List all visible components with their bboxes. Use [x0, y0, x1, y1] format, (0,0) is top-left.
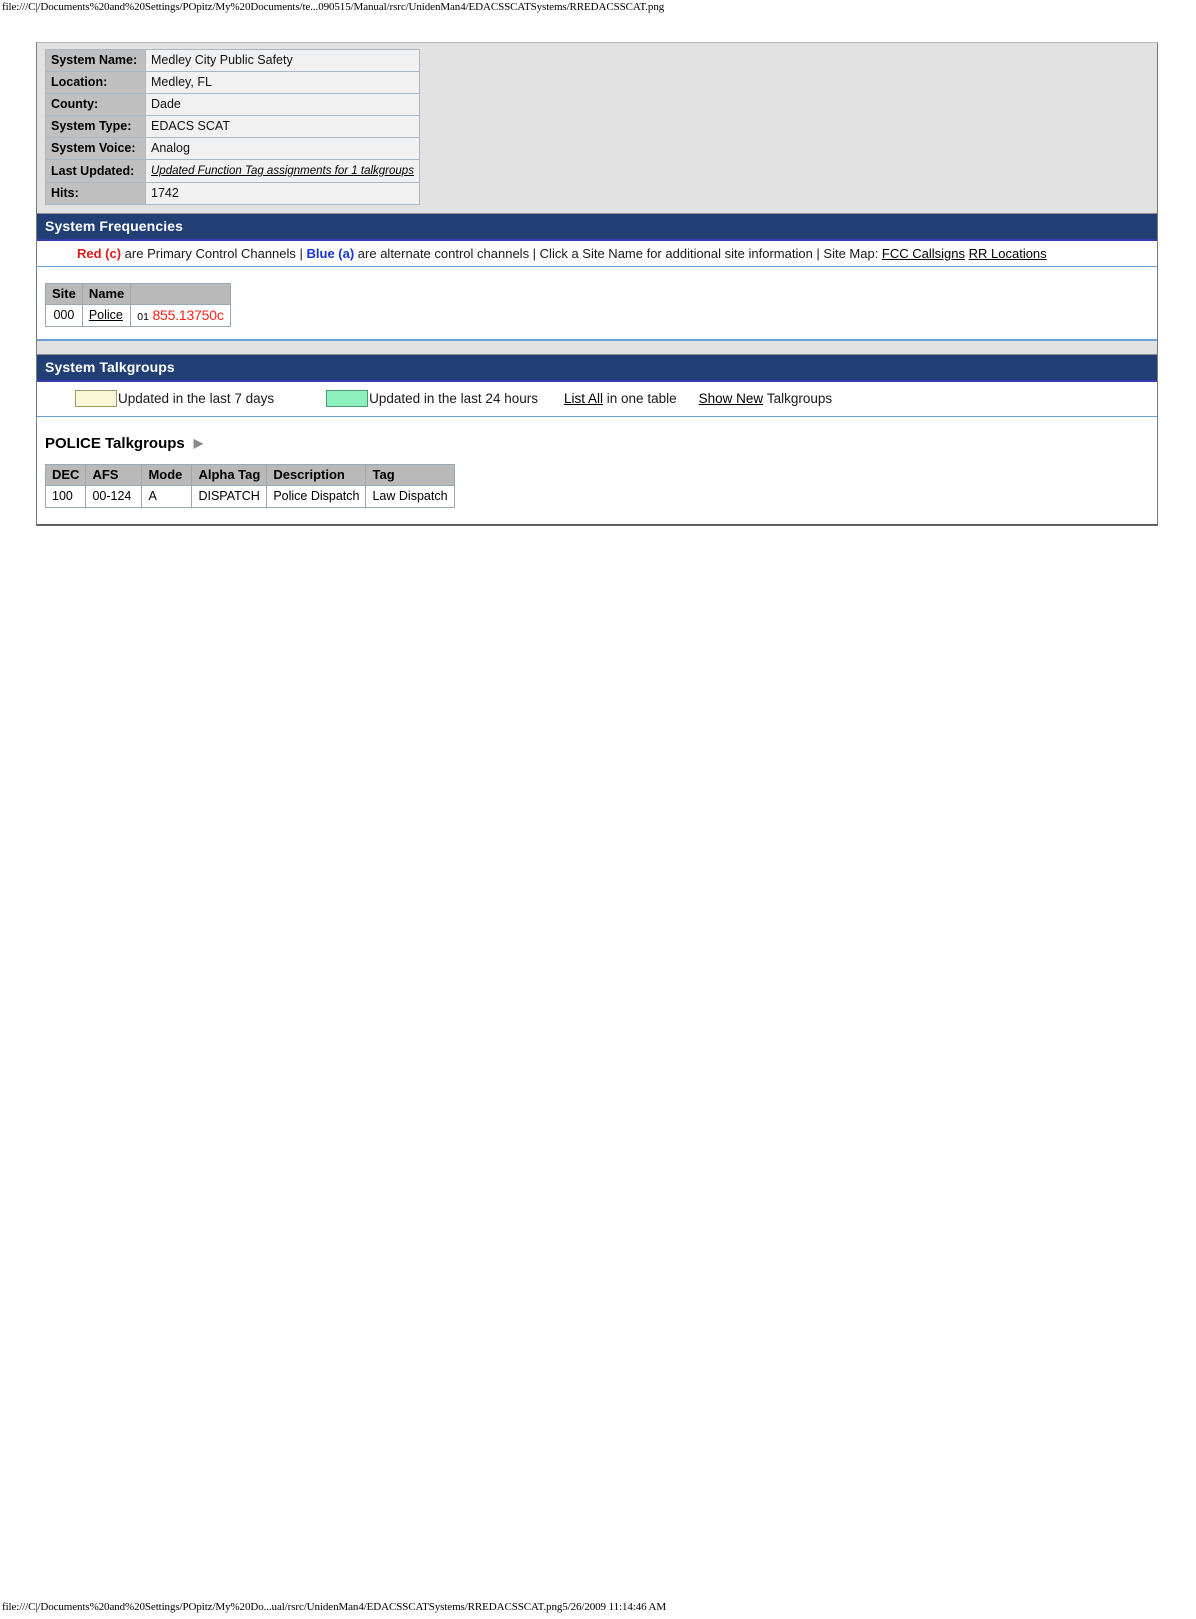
table-row: System Voice: Analog: [45, 137, 420, 160]
red-control-label: Red (c): [77, 246, 122, 261]
hits-label: Hits:: [45, 182, 146, 205]
police-talkgroups-title: POLICE Talkgroups ▶: [45, 435, 1157, 452]
blue-control-text: are alternate control channels | Click a…: [354, 246, 882, 261]
col-header-mode: Mode: [141, 464, 193, 486]
frequencies-legend: Red (c) are Primary Control Channels | B…: [37, 241, 1157, 267]
last-updated-link[interactable]: Updated Function Tag assignments for 1 t…: [151, 165, 414, 177]
legend-swatch-7days: [75, 390, 117, 407]
last-updated-value-cell: Updated Function Tag assignments for 1 t…: [145, 159, 420, 183]
talkgroups-legend: Updated in the last 7 days Updated in the…: [37, 382, 1157, 417]
cell-afs: 00-124: [85, 485, 143, 508]
sites-panel: Site Name 000 Police 01 855.13750c: [37, 267, 1157, 340]
col-header-site: Site: [45, 283, 83, 305]
channel-number: 01: [137, 311, 149, 323]
red-control-text: are Primary Control Channels |: [121, 246, 307, 261]
rr-locations-link[interactable]: RR Locations: [969, 246, 1047, 261]
last-updated-label: Last Updated:: [45, 159, 146, 183]
table-row: Hits: 1742: [45, 182, 420, 205]
table-row: System Type: EDACS SCAT: [45, 115, 420, 138]
legend-text-24hours: Updated in the last 24 hours: [369, 391, 538, 406]
print-header-url: file:///C|/Documents%20and%20Settings/PO…: [2, 1, 665, 13]
table-row: System Name: Medley City Public Safety: [45, 49, 420, 72]
printed-web-page: file:///C|/Documents%20and%20Settings/PO…: [0, 0, 1196, 1619]
police-talkgroups-title-text: POLICE Talkgroups: [45, 435, 185, 452]
frequency-value: 855.13750c: [152, 307, 224, 323]
chevron-right-icon[interactable]: ▶: [194, 436, 203, 450]
site-name-cell: Police: [81, 304, 132, 327]
list-all-text: in one table: [606, 391, 677, 406]
show-new-link[interactable]: Show New: [699, 391, 764, 406]
col-header-dec: DEC: [44, 464, 87, 486]
cell-mode: A: [141, 485, 193, 508]
table-header-row: Site Name: [45, 283, 231, 305]
col-header-afs: AFS: [85, 464, 143, 486]
site-number: 000: [45, 304, 83, 327]
cell-tag: Law Dispatch: [365, 485, 455, 508]
legend-text-7days: Updated in the last 7 days: [118, 391, 275, 406]
site-frequency-cell: 01 855.13750c: [130, 304, 231, 327]
page-content-card: System Name: Medley City Public Safety L…: [36, 42, 1158, 526]
police-talkgroups-table: DEC AFS Mode Alpha Tag Description Tag 1…: [44, 464, 455, 508]
table-row: 100 00-124 A DISPATCH Police Dispatch La…: [44, 485, 455, 508]
show-new-text: Talkgroups: [766, 391, 833, 406]
county-label: County:: [45, 93, 146, 116]
system-talkgroups-heading: System Talkgroups: [37, 354, 1157, 382]
police-talkgroups-panel: POLICE Talkgroups ▶ DEC AFS Mode Alpha Ta…: [37, 417, 1157, 524]
col-header-tag: Tag: [365, 464, 455, 486]
table-row: 000 Police 01 855.13750c: [45, 304, 231, 327]
table-row: County: Dade: [45, 93, 420, 116]
system-frequencies-heading: System Frequencies: [37, 213, 1157, 241]
system-type-value: EDACS SCAT: [145, 115, 420, 138]
table-row: Location: Medley, FL: [45, 71, 420, 94]
site-name-link[interactable]: Police: [89, 308, 123, 322]
cell-description: Police Dispatch: [266, 485, 367, 508]
legend-swatch-24hours: [326, 390, 369, 407]
system-type-label: System Type:: [45, 115, 146, 138]
system-name-label: System Name:: [45, 49, 146, 72]
county-value: Dade: [145, 93, 420, 116]
blue-control-label: Blue (a): [306, 246, 355, 261]
table-row: Last Updated: Updated Function Tag assig…: [45, 159, 420, 183]
system-voice-label: System Voice:: [45, 137, 146, 160]
section-spacer: [37, 340, 1157, 354]
system-info-panel: System Name: Medley City Public Safety L…: [37, 43, 1157, 213]
location-label: Location:: [45, 71, 146, 94]
site-frequency-table: Site Name 000 Police 01 855.13750c: [45, 283, 231, 327]
print-footer-url: file:///C|/Documents%20and%20Settings/PO…: [2, 1601, 667, 1613]
list-all-link[interactable]: List All: [564, 391, 603, 406]
col-header-freq: [130, 283, 231, 305]
fcc-callsigns-link[interactable]: FCC Callsigns: [882, 246, 965, 261]
cell-alpha-tag: DISPATCH: [191, 485, 268, 508]
table-header-row: DEC AFS Mode Alpha Tag Description Tag: [44, 464, 455, 486]
location-value: Medley, FL: [145, 71, 420, 94]
col-header-description: Description: [266, 464, 367, 486]
system-name-value: Medley City Public Safety: [145, 49, 420, 72]
hits-value: 1742: [145, 182, 420, 205]
system-voice-value: Analog: [145, 137, 420, 160]
col-header-alpha-tag: Alpha Tag: [191, 464, 268, 486]
system-info-table: System Name: Medley City Public Safety L…: [45, 49, 420, 205]
cell-dec: 100: [44, 485, 87, 508]
col-header-name: Name: [81, 283, 132, 305]
